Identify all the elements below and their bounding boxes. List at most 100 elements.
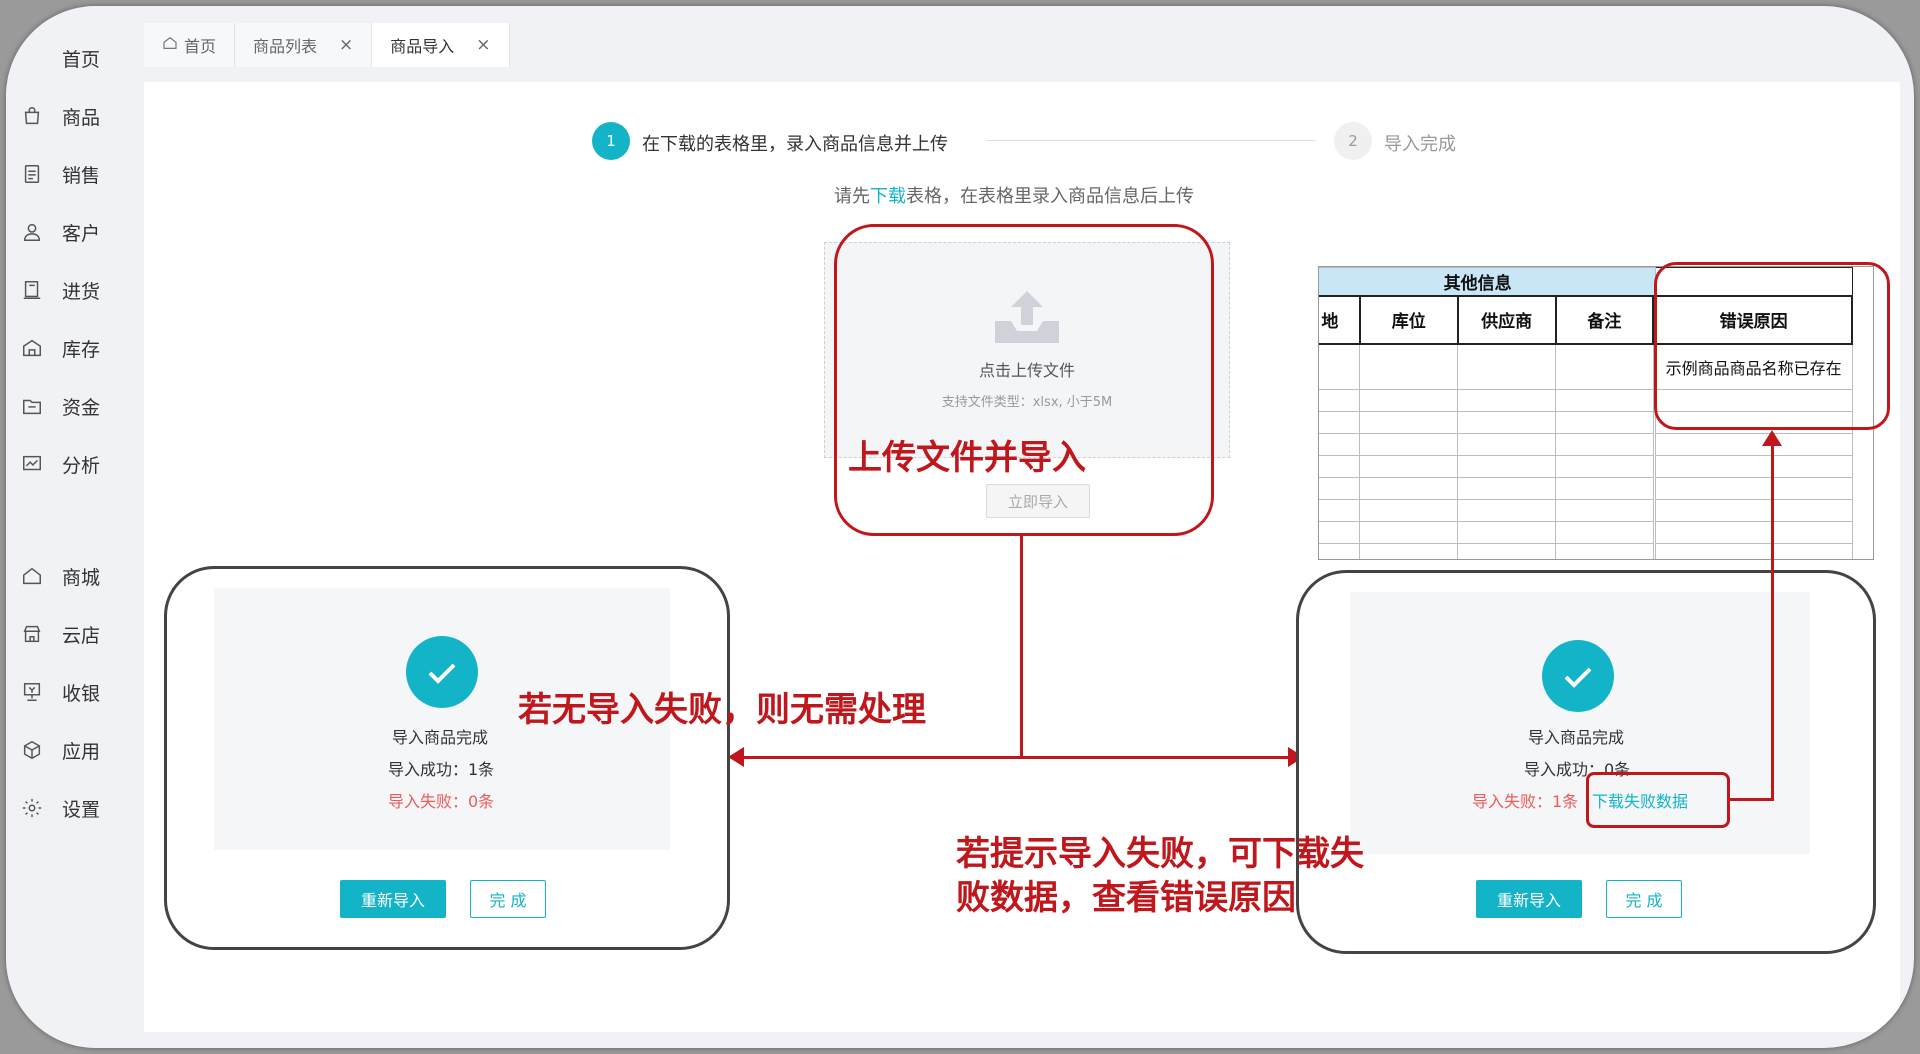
excel-cell — [1457, 521, 1556, 544]
annotation-fail-line: 败数据，查看错误原因 — [956, 878, 1296, 919]
excel-cell — [1555, 543, 1654, 559]
arrow-left-icon — [728, 747, 744, 767]
connector-line — [1771, 442, 1774, 801]
tab-goods-list[interactable]: 商品列表 × — [235, 23, 373, 67]
sidebar-item-label: 商品 — [62, 106, 101, 129]
excel-cell — [1654, 543, 1853, 559]
step-1-indicator: 1 — [592, 122, 630, 160]
sidebar-item-stock[interactable]: 库存 — [20, 328, 100, 368]
excel-cell — [1555, 389, 1654, 412]
sidebar-item-customer[interactable]: 客户 — [20, 212, 100, 252]
gear-icon — [20, 796, 44, 820]
sidebar-item-analysis[interactable]: 分析 — [20, 444, 100, 484]
result-fail-count: 导入失败：0条 — [388, 792, 495, 811]
excel-cell — [1359, 455, 1459, 478]
excel-cell — [1555, 499, 1654, 522]
excel-col-header: 库位 — [1358, 294, 1459, 345]
excel-cell — [1359, 433, 1459, 456]
sidebar-item-home[interactable]: 首页 — [20, 38, 100, 78]
check-icon — [406, 636, 478, 708]
upload-hint: 请先下载表格，在表格里录入商品信息后上传 — [834, 182, 1194, 208]
excel-cell — [1457, 389, 1556, 412]
result-fail-count: 导入失败：1条 — [1472, 792, 1579, 811]
sidebar-item-cloud-store[interactable]: 云店 — [20, 614, 100, 654]
bag-icon — [20, 104, 44, 128]
sidebar-item-label: 设置 — [62, 798, 101, 821]
tab-home[interactable]: 首页 — [144, 23, 236, 67]
sidebar-item-label: 进货 — [62, 280, 101, 303]
tab-goods-import[interactable]: 商品导入 × — [372, 23, 510, 67]
sidebar-item-label: 库存 — [62, 338, 101, 361]
excel-cell — [1555, 455, 1654, 478]
chart-icon — [20, 452, 44, 476]
warehouse-icon — [20, 336, 44, 360]
excel-cell — [1319, 477, 1361, 500]
excel-cell — [1359, 543, 1459, 559]
excel-cell — [1359, 499, 1459, 522]
excel-cell — [1457, 477, 1556, 500]
reimport-button[interactable]: 重新导入 — [340, 880, 446, 918]
excel-cell — [1457, 499, 1556, 522]
home-icon — [162, 35, 184, 55]
sidebar-item-sales[interactable]: 销售 — [20, 154, 100, 194]
sidebar-item-funds[interactable]: 资金 — [20, 386, 100, 426]
excel-cell — [1359, 343, 1459, 390]
arrow-up-icon — [1762, 430, 1782, 446]
excel-cell — [1457, 411, 1556, 434]
tab-label: 商品导入 — [390, 37, 455, 56]
excel-col-header: 地 — [1319, 294, 1361, 345]
close-icon[interactable]: × — [476, 35, 490, 55]
sidebar-item-label: 首页 — [62, 48, 101, 71]
download-fail-highlight — [1586, 772, 1730, 828]
excel-cell — [1654, 477, 1853, 500]
done-button[interactable]: 完 成 — [1606, 880, 1682, 918]
sidebar-item-label: 销售 — [62, 164, 101, 187]
excel-cell — [1457, 543, 1556, 559]
sidebar-item-cashier[interactable]: 收银 — [20, 672, 100, 712]
excel-cell — [1319, 411, 1361, 434]
hint-text: 表格，在表格里录入商品信息后上传 — [906, 186, 1194, 207]
excel-group-header: 其他信息 — [1319, 267, 1656, 296]
tab-label: 商品列表 — [253, 37, 318, 56]
tab-label: 首页 — [184, 37, 217, 56]
result-title: 导入商品完成 — [1528, 728, 1625, 747]
cube-icon — [20, 738, 44, 762]
excel-cell — [1319, 455, 1361, 478]
shop-icon — [20, 564, 44, 588]
connector-line — [736, 756, 1296, 759]
reimport-button[interactable]: 重新导入 — [1476, 880, 1582, 918]
sidebar-item-apps[interactable]: 应用 — [20, 730, 100, 770]
excel-cell — [1555, 521, 1654, 544]
sidebar-item-label: 收银 — [62, 682, 101, 705]
excel-cell — [1359, 411, 1459, 434]
excel-cell — [1359, 477, 1459, 500]
sidebar-item-mall[interactable]: 商城 — [20, 556, 100, 596]
sidebar-item-label: 云店 — [62, 624, 101, 647]
sidebar: 首页 商品 销售 客户 进货 库存 资金 分析 商城 云店 收银 应用 设置 — [6, 6, 144, 1048]
upload-highlight — [834, 224, 1214, 536]
screenshot-frame: 首页 商品 销售 客户 进货 库存 资金 分析 商城 云店 收银 应用 设置 首… — [6, 6, 1914, 1048]
sidebar-item-settings[interactable]: 设置 — [20, 788, 100, 828]
sidebar-item-label: 商城 — [62, 566, 101, 589]
sidebar-item-purchase[interactable]: 进货 — [20, 270, 100, 310]
excel-cell — [1457, 343, 1556, 390]
sidebar-item-label: 资金 — [62, 396, 101, 419]
close-icon[interactable]: × — [339, 35, 353, 55]
step-divider — [986, 140, 1316, 141]
store-icon — [20, 622, 44, 646]
sidebar-item-goods[interactable]: 商品 — [20, 96, 100, 136]
annotation-fail: 若提示导入失败，可下载失 败数据，查看错误原因 — [956, 832, 1364, 920]
connector-line — [1020, 536, 1023, 758]
sidebar-item-label: 客户 — [62, 222, 101, 245]
connector-line — [1730, 798, 1774, 801]
excel-col-header: 供应商 — [1456, 294, 1557, 345]
excel-cell — [1319, 433, 1361, 456]
download-template-link[interactable]: 下载 — [870, 186, 906, 207]
excel-cell — [1654, 433, 1853, 456]
document-icon — [20, 162, 44, 186]
step-2-label: 导入完成 — [1384, 134, 1456, 155]
result-success-count: 导入成功：1条 — [388, 760, 495, 779]
step-1-label: 在下载的表格里，录入商品信息并上传 — [642, 134, 948, 155]
done-button[interactable]: 完 成 — [470, 880, 546, 918]
annotation-fail-line: 若提示导入失败，可下载失 — [956, 834, 1364, 874]
